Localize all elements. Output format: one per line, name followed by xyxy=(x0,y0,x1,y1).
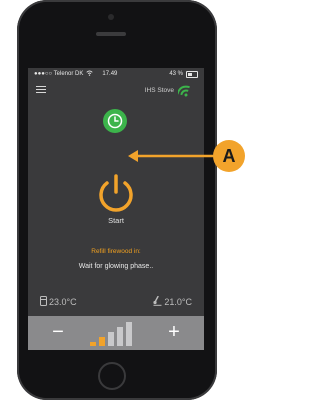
level-bar xyxy=(99,337,105,346)
stove-temperature-value: 23.0°C xyxy=(49,297,77,307)
level-bar xyxy=(108,332,114,346)
timer-button[interactable] xyxy=(103,109,127,133)
level-bar xyxy=(117,327,123,346)
hamburger-menu-icon[interactable] xyxy=(36,86,46,94)
clock-time: 17.49 xyxy=(102,71,118,77)
camera xyxy=(108,14,114,20)
decrease-button[interactable]: − xyxy=(48,321,68,343)
start-label: Start xyxy=(108,216,124,225)
refill-firewood-label: Refill firewood in: xyxy=(91,248,141,255)
stove-temperature: 23.0°C xyxy=(40,296,77,308)
battery-percent: 43 % xyxy=(169,71,183,77)
home-button[interactable] xyxy=(98,362,126,390)
carrier-label: ●●●○○ Telenor DK xyxy=(34,71,84,77)
stove-wifi-icon[interactable] xyxy=(176,84,194,97)
wifi-signal-icon xyxy=(86,70,93,78)
battery-icon xyxy=(186,70,198,78)
callout-label: A xyxy=(213,140,245,172)
device-name: IHS Stove xyxy=(144,87,174,94)
room-temperature-value: 21.0°C xyxy=(164,297,192,307)
level-bar xyxy=(90,342,96,346)
increase-button[interactable]: + xyxy=(164,321,184,343)
burn-level-control: − + xyxy=(28,316,204,350)
power-start-button[interactable] xyxy=(94,172,138,216)
clock-icon xyxy=(107,113,123,129)
room-temperature: 21.0°C xyxy=(153,295,192,308)
app-screen: ●●●○○ Telenor DK 17.49 43 % IHS Stove St… xyxy=(28,68,204,350)
thermometer-icon xyxy=(153,295,162,308)
stove-temperature-icon xyxy=(40,296,47,308)
app-header: IHS Stove xyxy=(28,82,204,98)
level-bar xyxy=(126,322,132,346)
power-icon xyxy=(99,174,133,212)
status-bar: ●●●○○ Telenor DK 17.49 43 % xyxy=(28,68,204,80)
status-message: Wait for glowing phase.. xyxy=(78,263,154,270)
burn-level-indicator xyxy=(90,320,140,348)
speaker-grille xyxy=(96,32,126,36)
